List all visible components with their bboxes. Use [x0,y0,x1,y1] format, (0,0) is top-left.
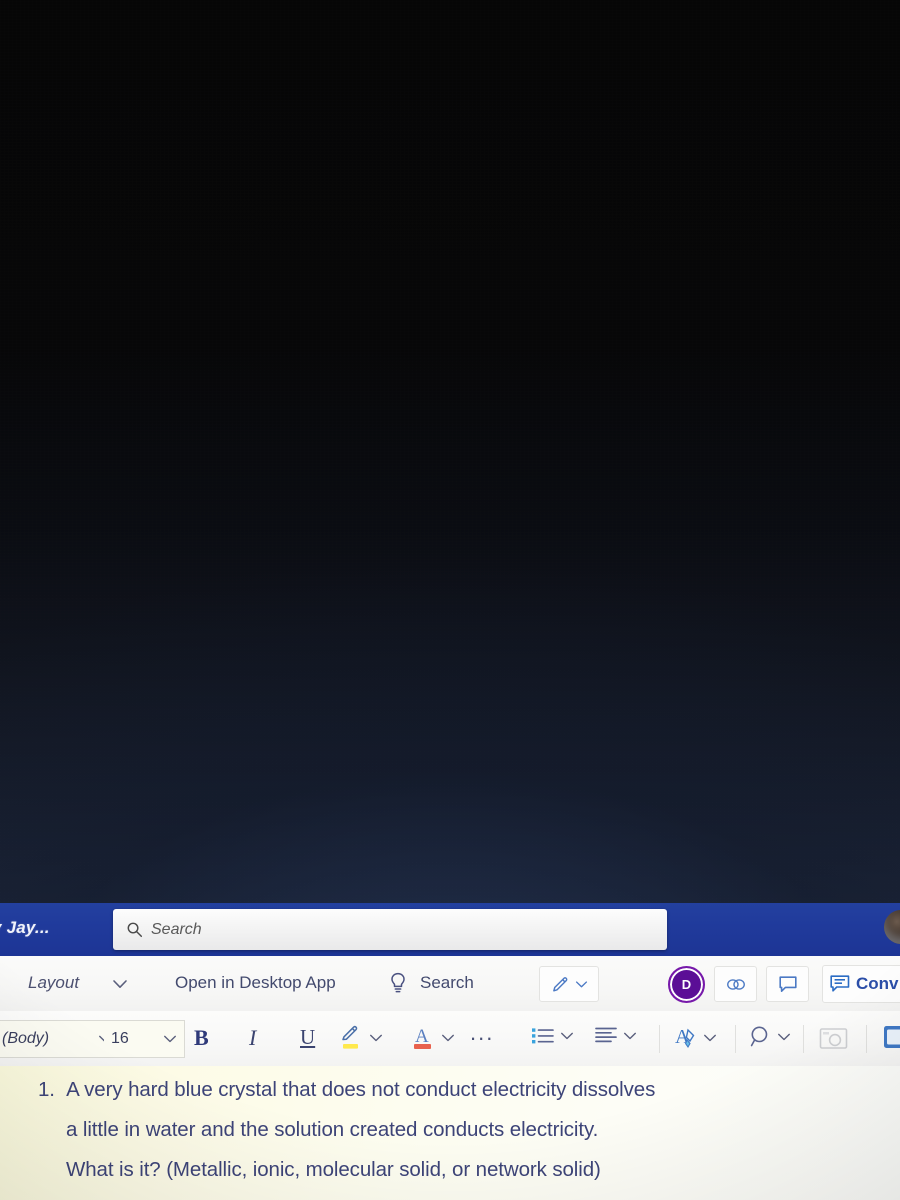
chevron-down-icon[interactable] [777,1032,791,1042]
picture-icon [819,1028,848,1049]
alignment-button[interactable] [594,1025,637,1047]
more-formatting-button[interactable]: ... [470,1020,495,1045]
screen-noise-overlay [0,0,900,905]
bold-button[interactable]: B [194,1025,209,1051]
toolbar-divider [803,1025,804,1053]
chevron-down-icon [575,980,587,987]
share-link-button[interactable] [714,966,757,1002]
bulleted-list-button[interactable] [531,1025,574,1047]
underline-button[interactable]: U [300,1025,315,1050]
picture-button[interactable] [818,1025,856,1055]
chevron-down-icon[interactable] [441,1033,455,1043]
conversation-button[interactable]: Conv [822,965,900,1003]
highlight-button[interactable] [339,1024,383,1052]
underline-glyph: U [300,1025,316,1049]
tell-me-search-button[interactable]: Search [420,973,474,993]
chevron-down-icon[interactable] [623,1031,637,1041]
presence-badge[interactable]: D [668,966,705,1003]
search-magnifier-icon [750,1026,768,1047]
toolbar-divider [659,1025,660,1053]
ribbon-command-row: Layout Open in Desktop App Search D Conv [0,956,900,1012]
svg-text:A: A [415,1026,429,1047]
editor-icon [884,1026,900,1048]
format-painter-icon: A [675,1026,695,1049]
search-icon [127,922,143,938]
font-size-select[interactable]: 16 [104,1020,185,1058]
conversation-label: Conv [856,974,899,993]
find-button[interactable] [749,1024,791,1050]
pencil-icon [552,976,567,991]
dark-screen-background [0,0,900,905]
bulleted-list-icon [532,1028,554,1044]
font-name-select[interactable]: (Body) [0,1020,120,1058]
word-online-window: y Jay... Search Layout Open in Desktop A… [0,903,900,1200]
conversation-icon [830,975,850,992]
toolbar-divider [735,1025,736,1053]
chevron-down-icon[interactable] [369,1033,383,1043]
chevron-down-icon[interactable] [703,1033,717,1043]
align-left-icon [595,1027,617,1043]
list-marker: 1. [38,1078,55,1101]
editing-mode-button[interactable] [539,966,599,1002]
italic-button[interactable]: I [249,1025,256,1051]
font-size-value: 16 [111,1030,129,1047]
font-color-button[interactable]: A [411,1024,455,1052]
comment-button[interactable] [766,966,809,1002]
toolbar-divider [866,1025,867,1053]
editor-button[interactable] [880,1023,900,1057]
document-line-1-text: A very hard blue crystal that does not c… [66,1078,656,1101]
highlighter-icon [342,1025,358,1049]
font-name-value: (Body) [2,1030,50,1047]
lightbulb-icon[interactable] [389,972,407,994]
bold-glyph: B [194,1025,209,1050]
format-painter-button[interactable]: A [673,1024,717,1052]
ellipsis-icon: ... [470,1020,495,1045]
document-title: y Jay... [0,918,50,937]
document-line-2: a little in water and the solution creat… [66,1118,599,1141]
italic-glyph: I [249,1025,257,1050]
presence-initial: D [681,977,692,992]
formatting-toolbar: (Body) 16 B I U A ... A [0,1011,900,1067]
open-in-desktop-app-button[interactable]: Open in Desktop App [175,973,336,993]
chevron-down-icon[interactable] [112,979,128,990]
document-canvas[interactable]: 1. A very hard blue crystal that does no… [0,1066,900,1200]
link-icon [726,978,745,990]
avatar[interactable] [884,910,900,944]
chevron-down-icon [164,1035,176,1043]
title-bar: y Jay... Search [0,903,900,956]
comment-bubble-icon [778,975,797,992]
search-input[interactable]: Search [113,909,667,950]
document-paragraph[interactable]: 1. A very hard blue crystal that does no… [38,1070,878,1190]
document-line-1: 1. A very hard blue crystal that does no… [38,1070,878,1110]
font-color-icon: A [414,1026,431,1049]
search-placeholder-text: Search [151,920,202,938]
document-line-3: What is it? (Metallic, ionic, molecular … [66,1158,601,1181]
chevron-down-icon[interactable] [560,1031,574,1041]
ribbon-tab-layout[interactable]: Layout [28,973,79,993]
